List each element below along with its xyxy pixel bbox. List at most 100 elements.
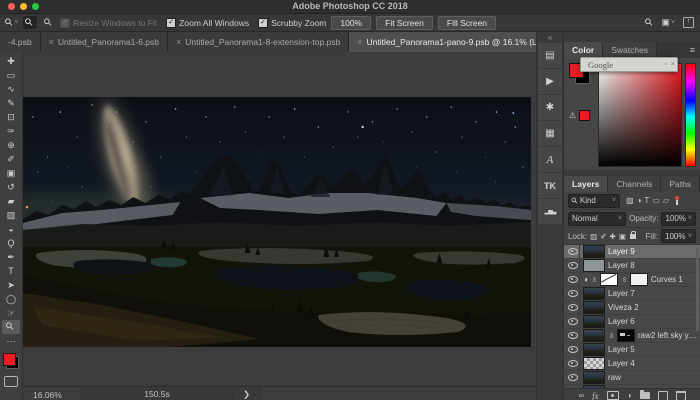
layer-thumbnail[interactable] [583, 329, 605, 342]
shape-tool[interactable]: ◯ [2, 292, 20, 306]
layer-row-10[interactable]: Layer 3 [564, 385, 700, 388]
canvas-photo[interactable] [23, 97, 531, 347]
color-tab-color[interactable]: Color [564, 42, 603, 58]
type-tool[interactable]: T [2, 264, 20, 278]
eyedropper-tool[interactable]: ✑ [2, 124, 20, 138]
properties-panel-icon[interactable]: ▤ [537, 43, 563, 69]
link-layers-icon[interactable]: ∞ [578, 391, 584, 400]
close-icon[interactable]: × [669, 61, 677, 68]
color-tab-swatches[interactable]: Swatches [603, 42, 657, 58]
option-button-100-[interactable]: 100% [331, 16, 371, 30]
close-tab-icon[interactable]: × [176, 37, 181, 47]
clone-stamp-tool[interactable]: ▣ [2, 166, 20, 180]
layer-thumbnail[interactable] [583, 245, 605, 258]
layers-tab-layers[interactable]: Layers [564, 176, 608, 192]
filter-smart-objects-icon[interactable]: ▱ [663, 196, 669, 205]
layer-thumbnail[interactable] [583, 259, 605, 272]
layer-thumbnail[interactable] [583, 301, 605, 314]
minimize-window-button[interactable] [20, 3, 27, 10]
new-adjustment-layer-icon[interactable]: ◑ [627, 391, 632, 400]
toolbar-color-chips[interactable] [2, 352, 20, 370]
layer-visibility-toggle[interactable] [566, 273, 580, 286]
layer-row-0[interactable]: Layer 9 [564, 245, 700, 259]
collapse-dock-icon[interactable]: « [548, 32, 552, 43]
foreground-color-chip[interactable] [3, 353, 16, 366]
lasso-tool[interactable]: ∿ [2, 82, 20, 96]
new-group-icon[interactable] [640, 392, 650, 399]
layer-mask-thumbnail[interactable] [617, 329, 635, 342]
layer-mask-thumbnail[interactable] [630, 273, 648, 286]
gradient-tool[interactable]: ▨ [2, 208, 20, 222]
delete-layer-icon[interactable] [676, 391, 686, 400]
document-tab-3[interactable]: ×Untitled_Panorama1-pano-9.psb @ 16.1% (… [349, 32, 536, 52]
lock-artboard-icon[interactable]: ▣ [619, 232, 626, 241]
move-tool[interactable]: ✚ [2, 54, 20, 68]
eraser-tool[interactable]: ▰ [2, 194, 20, 208]
layer-row-4[interactable]: Viveza 2 [564, 301, 700, 315]
dodge-tool[interactable]: Ϙ [2, 236, 20, 250]
layer-thumbnail[interactable] [583, 343, 605, 356]
layer-visibility-toggle[interactable] [566, 301, 580, 314]
close-tab-icon[interactable]: × [357, 37, 362, 47]
workspace-switcher[interactable]: ▣˅ [661, 17, 675, 28]
layer-visibility-toggle[interactable] [566, 329, 580, 342]
character-panel-icon[interactable]: A [537, 147, 563, 173]
layer-row-8[interactable]: Layer 4 [564, 357, 700, 371]
document-tab-2[interactable]: ×Untitled_Panorama1-8-extension-top.psb [168, 32, 349, 52]
add-layer-mask-icon[interactable] [607, 391, 619, 400]
layer-thumbnail[interactable] [583, 287, 605, 300]
zoom-level-field[interactable]: 16.06% [23, 390, 81, 400]
filter-pixel-layers-icon[interactable]: ▨ [626, 196, 634, 205]
saturation-brightness-field[interactable] [598, 63, 682, 167]
layer-list-scrollbar[interactable] [696, 247, 699, 331]
zoom-in-button[interactable]: ⚲ [23, 16, 36, 29]
filter-kind-dropdown[interactable]: ⚲ Kind ˅ [568, 194, 620, 208]
layers-tab-paths[interactable]: Paths [661, 176, 700, 192]
zoom-window-button[interactable] [32, 3, 39, 10]
layer-row-7[interactable]: Layer 5 [564, 343, 700, 357]
brush-tool[interactable]: ✐ [2, 152, 20, 166]
blur-tool[interactable]: ◒ [2, 222, 20, 236]
layer-visibility-toggle[interactable] [566, 343, 580, 356]
search-icon[interactable]: ⚲ [644, 16, 656, 28]
share-icon[interactable]: ↑ [683, 17, 694, 28]
document-tab-0[interactable]: -4.psb [0, 32, 41, 52]
layer-visibility-toggle[interactable] [566, 371, 580, 384]
lock-position-icon[interactable]: ✚ [610, 232, 616, 241]
path-selection-tool[interactable]: ➤ [2, 278, 20, 292]
layer-thumbnail[interactable] [583, 371, 605, 384]
layer-row-5[interactable]: Layer 6 [564, 315, 700, 329]
new-layer-icon[interactable] [658, 391, 668, 400]
gamut-swatch[interactable] [579, 110, 590, 121]
hand-tool[interactable]: ☞ [2, 306, 20, 320]
pen-tool[interactable]: ✒ [2, 250, 20, 264]
close-tab-icon[interactable]: × [49, 37, 54, 47]
layer-row-6[interactable]: ∞raw2 left sky yell... [564, 329, 700, 343]
active-tool-icon[interactable]: ⚲˅ [6, 18, 18, 28]
filter-toggle-pin-icon[interactable] [674, 196, 679, 205]
layer-thumbnail[interactable] [583, 315, 605, 328]
close-window-button[interactable] [8, 3, 15, 10]
actions-panel-icon[interactable]: ▶ [537, 69, 563, 95]
crop-tool[interactable]: ⊡ [2, 110, 20, 124]
layer-visibility-toggle[interactable] [566, 385, 580, 388]
layer-thumbnail[interactable] [583, 357, 605, 370]
layer-thumbnail[interactable] [583, 385, 605, 388]
lock-pixels-icon[interactable]: ✐ [600, 232, 606, 241]
filter-shape-layers-icon[interactable]: ▭ [652, 196, 660, 205]
adjustments-panel-icon[interactable]: ✱ [537, 95, 563, 121]
history-brush-tool[interactable]: ↺ [2, 180, 20, 194]
option-button-fill-screen[interactable]: Fill Screen [438, 16, 496, 30]
tk-panel-icon[interactable]: TK [537, 173, 563, 199]
zoom-out-button[interactable]: ⚲ [42, 16, 55, 29]
option-checkbox-2[interactable]: ✓Scrubby Zoom [258, 18, 326, 28]
document-tab-1[interactable]: ×Untitled_Panorama1-6.psb [41, 32, 168, 52]
filter-adjustment-layers-icon[interactable]: ◑ [637, 196, 642, 205]
layer-row-1[interactable]: Layer 8 [564, 259, 700, 273]
healing-brush-tool[interactable]: ⊕ [2, 138, 20, 152]
marquee-tool[interactable]: ▭ [2, 68, 20, 82]
layer-row-3[interactable]: Layer 7 [564, 287, 700, 301]
layer-visibility-toggle[interactable] [566, 259, 580, 272]
canvas-area[interactable]: 16.06% 150.5s ❯ [23, 52, 536, 400]
blend-mode-dropdown[interactable]: Normal˅ [568, 212, 626, 226]
